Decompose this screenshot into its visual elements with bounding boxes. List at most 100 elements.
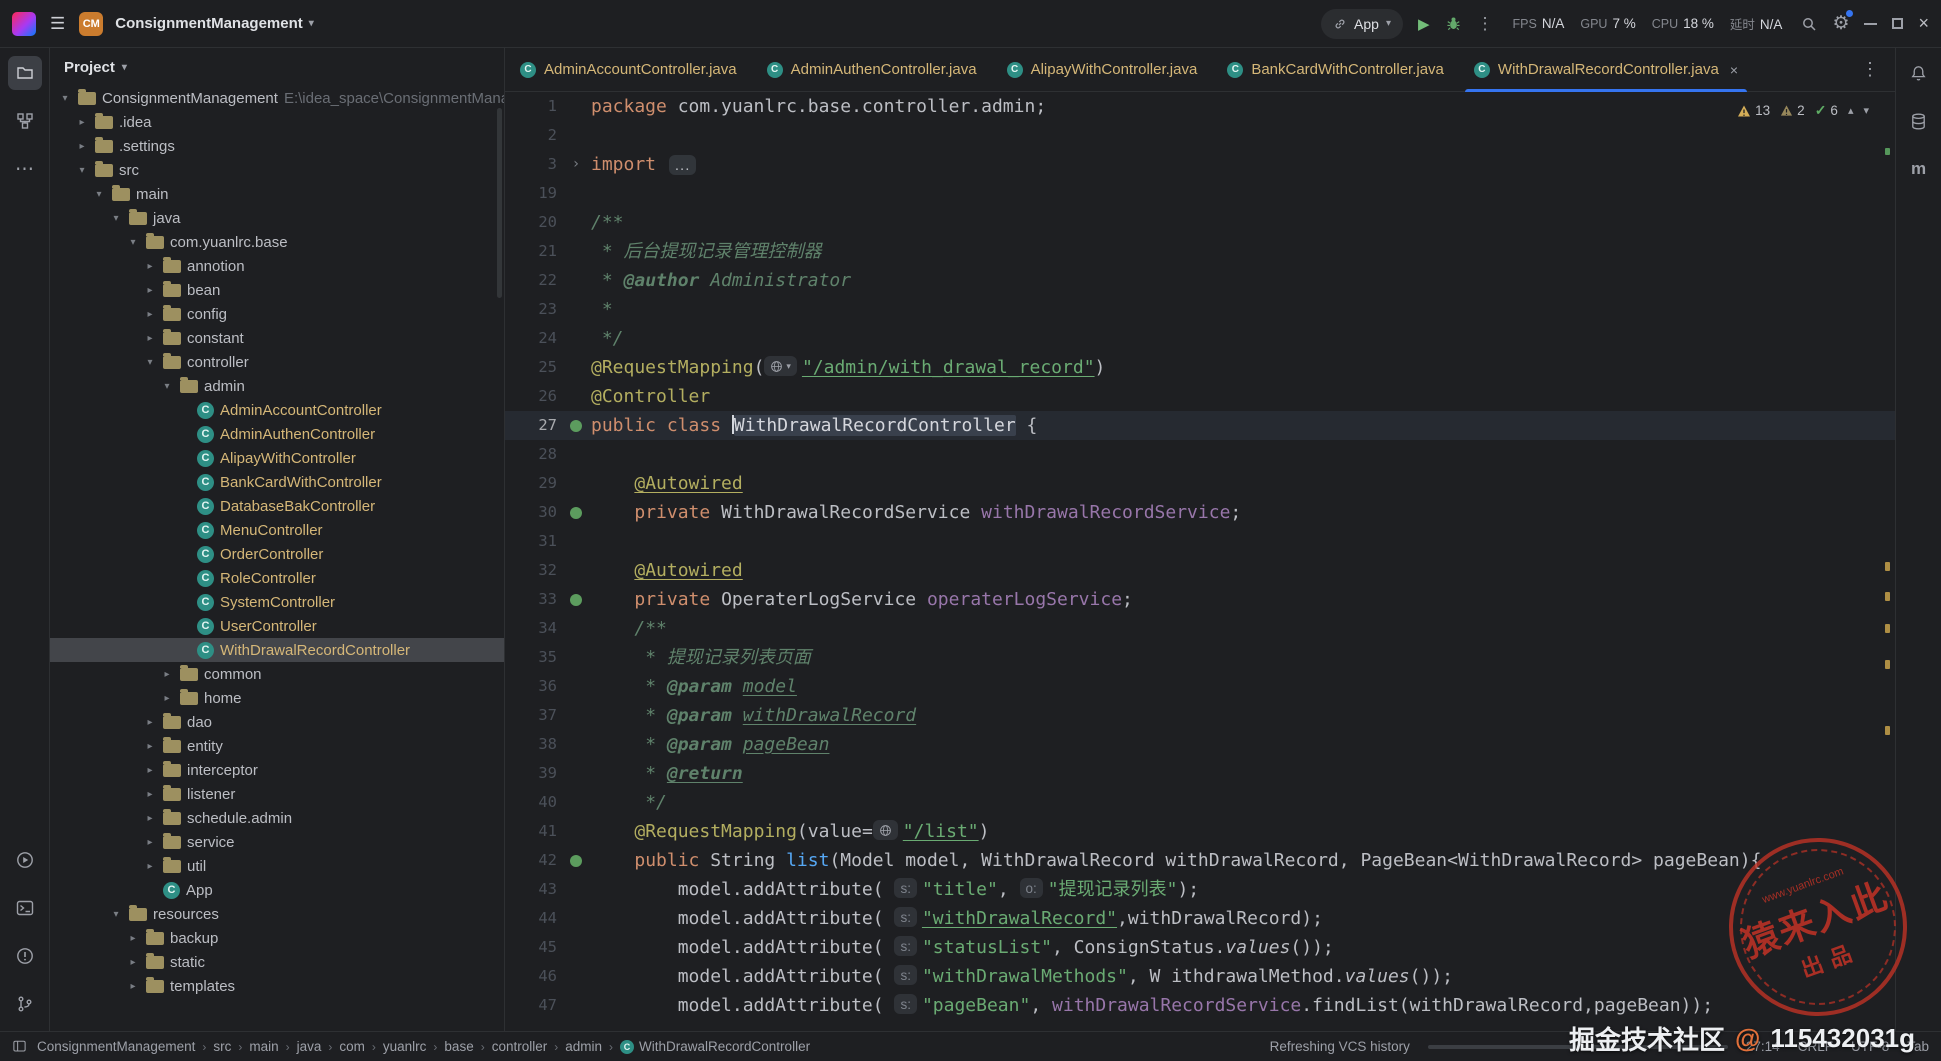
problems-tool-window-button[interactable] bbox=[8, 939, 42, 973]
line-number[interactable]: 45 bbox=[505, 933, 561, 962]
tree-item-util[interactable]: ▸ util bbox=[50, 854, 504, 878]
code-line-35[interactable]: 35 * 提现记录列表页面 bbox=[505, 643, 1895, 672]
tree-item-src[interactable]: ▾ src bbox=[50, 158, 504, 182]
analysis-mark[interactable] bbox=[1885, 562, 1890, 571]
line-number[interactable]: 28 bbox=[505, 440, 561, 469]
chevron-collapsed-icon[interactable]: ▸ bbox=[143, 333, 157, 344]
chevron-collapsed-icon[interactable]: ▸ bbox=[143, 309, 157, 320]
code-line-44[interactable]: 44 model.addAttribute( s: "withDrawalReco… bbox=[505, 904, 1895, 933]
code-line-29[interactable]: 29 @Autowired bbox=[505, 469, 1895, 498]
editor-tab-adminauthencontroller-java[interactable]: C AdminAuthenController.java bbox=[752, 48, 992, 91]
line-number[interactable]: 32 bbox=[505, 556, 561, 585]
hamburger-menu-icon[interactable]: ☰ bbox=[48, 14, 67, 34]
tree-item-config[interactable]: ▸ config bbox=[50, 302, 504, 326]
breadcrumb-withdrawalrecordcontroller[interactable]: C WithDrawalRecordController bbox=[620, 1039, 810, 1054]
editor-tab-withdrawalrecordcontroller-java[interactable]: C WithDrawalRecordController.java × bbox=[1459, 48, 1753, 92]
line-number[interactable]: 25 bbox=[505, 353, 561, 382]
line-number[interactable]: 29 bbox=[505, 469, 561, 498]
inspections-widget[interactable]: 13 2 ✓ 6 ▴ ▾ bbox=[1737, 102, 1869, 119]
code-line-40[interactable]: 40 */ bbox=[505, 788, 1895, 817]
line-number[interactable]: 35 bbox=[505, 643, 561, 672]
chevron-expanded-icon[interactable]: ▾ bbox=[126, 237, 140, 248]
passed-checks-count[interactable]: ✓ 6 bbox=[1815, 102, 1838, 119]
url-globe-inlay[interactable]: ▾ bbox=[764, 356, 797, 376]
chevron-collapsed-icon[interactable]: ▸ bbox=[160, 693, 174, 704]
code-line-3[interactable]: 3 › import ... bbox=[505, 150, 1895, 179]
tree-item-interceptor[interactable]: ▸ interceptor bbox=[50, 758, 504, 782]
code-line-26[interactable]: 26 @Controller bbox=[505, 382, 1895, 411]
line-number[interactable]: 31 bbox=[505, 527, 561, 556]
tree-item-constant[interactable]: ▸ constant bbox=[50, 326, 504, 350]
code-line-30[interactable]: 30 private WithDrawalRecordService withD… bbox=[505, 498, 1895, 527]
tree-item-adminauthencontroller[interactable]: C AdminAuthenController bbox=[50, 422, 504, 446]
tree-item-resources[interactable]: ▾ resources bbox=[50, 902, 504, 926]
line-number[interactable]: 21 bbox=[505, 237, 561, 266]
code-line-46[interactable]: 46 model.addAttribute( s: "withDrawalMeth… bbox=[505, 962, 1895, 991]
editor-tab-bankcardwithcontroller-java[interactable]: C BankCardWithController.java bbox=[1212, 48, 1459, 91]
line-number[interactable]: 2 bbox=[505, 121, 561, 150]
code-line-21[interactable]: 21 * 后台提现记录管理控制器 bbox=[505, 237, 1895, 266]
code-line-20[interactable]: 20/** bbox=[505, 208, 1895, 237]
line-number[interactable]: 26 bbox=[505, 382, 561, 411]
chevron-expanded-icon[interactable]: ▾ bbox=[109, 909, 123, 920]
tree-item-adminaccountcontroller[interactable]: C AdminAccountController bbox=[50, 398, 504, 422]
tree-item-com-yuanlrc-base[interactable]: ▾ com.yuanlrc.base bbox=[50, 230, 504, 254]
tree-item-bean[interactable]: ▸ bean bbox=[50, 278, 504, 302]
spring-bean-gutter-icon[interactable] bbox=[570, 593, 582, 606]
code-line-31[interactable]: 31 bbox=[505, 527, 1895, 556]
tree-item-app[interactable]: C App bbox=[50, 878, 504, 902]
line-number[interactable]: 44 bbox=[505, 904, 561, 933]
breadcrumb-com[interactable]: com bbox=[339, 1039, 365, 1054]
tree-item-service[interactable]: ▸ service bbox=[50, 830, 504, 854]
analysis-mark[interactable] bbox=[1885, 660, 1890, 669]
code-line-43[interactable]: 43 model.addAttribute( s: "title", o: "提现记… bbox=[505, 875, 1895, 904]
tree-item-consignmentmanagement[interactable]: ▾ ConsignmentManagement E:\idea_space\Con… bbox=[50, 86, 504, 110]
code-line-42[interactable]: 42 public String list(Model model, WithD… bbox=[505, 846, 1895, 875]
line-number[interactable]: 47 bbox=[505, 991, 561, 1020]
code-line-1[interactable]: 1 package com.yuanlrc.base.controller.adm… bbox=[505, 92, 1895, 121]
notifications-button[interactable] bbox=[1902, 56, 1936, 90]
chevron-collapsed-icon[interactable]: ▸ bbox=[75, 141, 89, 152]
more-actions-button[interactable]: ⋮ bbox=[1477, 14, 1494, 34]
database-tool-window-button[interactable] bbox=[1902, 104, 1936, 138]
code-line-2[interactable]: 2 bbox=[505, 121, 1895, 150]
line-number[interactable]: 23 bbox=[505, 295, 561, 324]
code-line-41[interactable]: 41 @RequestMapping(value= "/list") bbox=[505, 817, 1895, 846]
project-scrollbar[interactable] bbox=[497, 108, 502, 298]
tree-item-schedule-admin[interactable]: ▸ schedule.admin bbox=[50, 806, 504, 830]
settings-button[interactable]: ⚙ bbox=[1832, 10, 1854, 35]
tree-item-ordercontroller[interactable]: C OrderController bbox=[50, 542, 504, 566]
tree-item-rolecontroller[interactable]: C RoleController bbox=[50, 566, 504, 590]
run-configuration-selector[interactable]: App ▾ bbox=[1321, 8, 1403, 39]
code-line-27[interactable]: 27 public class WithDrawalRecordControlle… bbox=[505, 411, 1895, 440]
line-number[interactable]: 22 bbox=[505, 266, 561, 295]
project-tool-window-button[interactable] bbox=[7, 56, 42, 90]
chevron-expanded-icon[interactable]: ▾ bbox=[92, 189, 106, 200]
line-number[interactable]: 39 bbox=[505, 759, 561, 788]
tree-item-bankcardwithcontroller[interactable]: C BankCardWithController bbox=[50, 470, 504, 494]
url-globe-inlay[interactable] bbox=[872, 820, 898, 840]
project-panel-header[interactable]: Project ▾ bbox=[50, 48, 504, 86]
code-line-38[interactable]: 38 * @param pageBean bbox=[505, 730, 1895, 759]
chevron-collapsed-icon[interactable]: ▸ bbox=[126, 957, 140, 968]
tree-item-entity[interactable]: ▸ entity bbox=[50, 734, 504, 758]
tree-item-static[interactable]: ▸ static bbox=[50, 950, 504, 974]
spring-bean-gutter-icon[interactable] bbox=[570, 419, 582, 432]
chevron-collapsed-icon[interactable]: ▸ bbox=[126, 933, 140, 944]
breadcrumb-controller[interactable]: controller bbox=[492, 1039, 548, 1054]
tree-item-databasebakcontroller[interactable]: C DatabaseBakController bbox=[50, 494, 504, 518]
line-number[interactable]: 37 bbox=[505, 701, 561, 730]
chevron-collapsed-icon[interactable]: ▸ bbox=[143, 765, 157, 776]
line-number[interactable]: 19 bbox=[505, 179, 561, 208]
tree-item-java[interactable]: ▾ java bbox=[50, 206, 504, 230]
more-tool-windows-button[interactable]: ⋯ bbox=[8, 152, 42, 186]
code-line-32[interactable]: 32 @Autowired bbox=[505, 556, 1895, 585]
chevron-collapsed-icon[interactable]: ▸ bbox=[143, 741, 157, 752]
code-editor[interactable]: 1 package com.yuanlrc.base.controller.adm… bbox=[505, 92, 1895, 1031]
tree-item-controller[interactable]: ▾ controller bbox=[50, 350, 504, 374]
code-line-23[interactable]: 23 * bbox=[505, 295, 1895, 324]
weak-warnings-count[interactable]: 2 bbox=[1780, 103, 1805, 118]
breadcrumb-yuanlrc[interactable]: yuanlrc bbox=[383, 1039, 427, 1054]
chevron-expanded-icon[interactable]: ▾ bbox=[109, 213, 123, 224]
chevron-collapsed-icon[interactable]: ▸ bbox=[143, 261, 157, 272]
